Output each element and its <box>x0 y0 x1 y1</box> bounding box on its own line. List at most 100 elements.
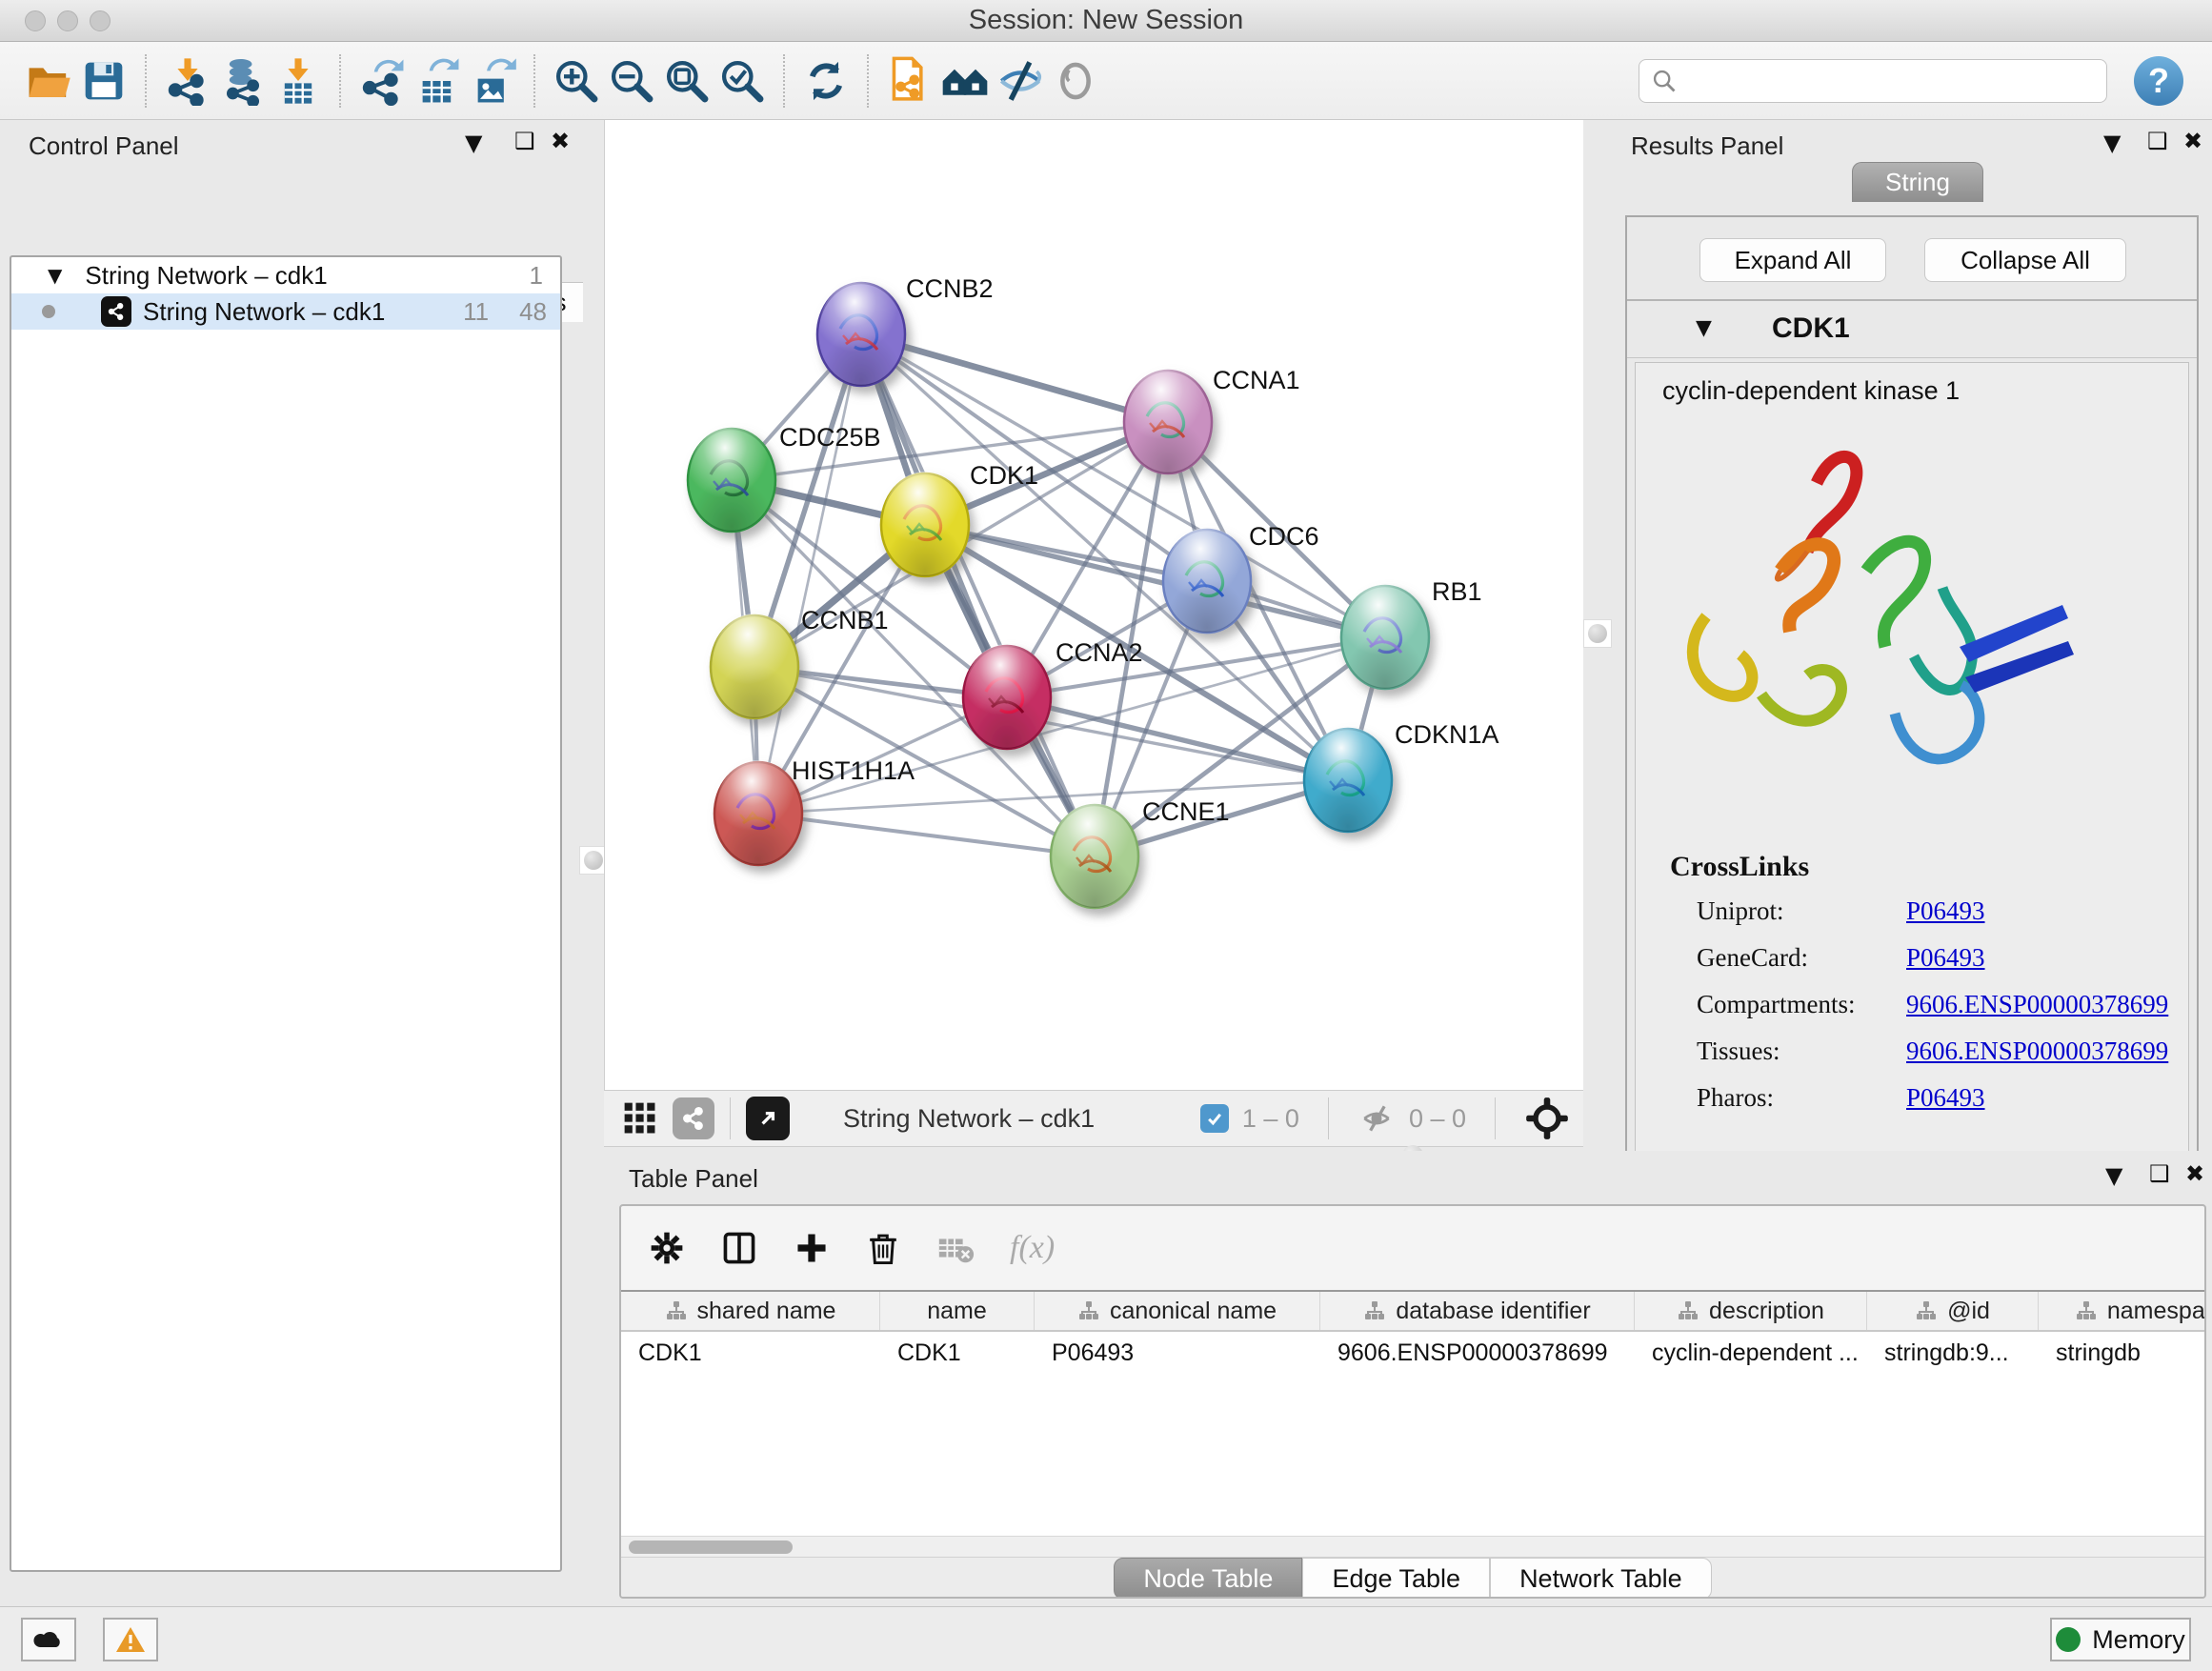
memory-button[interactable]: Memory <box>2050 1618 2191 1661</box>
node-CDC6[interactable] <box>1163 528 1251 633</box>
left-splitter[interactable] <box>583 120 604 1606</box>
right-splitter[interactable] <box>1583 120 1612 1151</box>
node-CCNA2[interactable] <box>963 644 1051 749</box>
table-header-row: shared namename canonical name database id… <box>621 1292 2204 1332</box>
table-cell[interactable]: CDK1 <box>621 1332 880 1374</box>
export-table-icon[interactable] <box>410 53 465 109</box>
tree-expand-icon[interactable]: ▼ <box>48 264 62 287</box>
tab-network-table[interactable]: Network Table <box>1490 1558 1712 1599</box>
section-collapse-icon[interactable]: ▼ <box>1696 316 1712 340</box>
node-HIST1H1A[interactable] <box>714 760 802 865</box>
hide-eye-icon[interactable] <box>993 53 1048 109</box>
crosslink-value[interactable]: P06493 <box>1906 1083 1985 1113</box>
column-header-canonical-name[interactable]: canonical name <box>1035 1292 1320 1330</box>
panel-close-icon[interactable]: ✖ <box>2185 1160 2204 1187</box>
panel-dropdown-icon[interactable]: ▼ <box>2105 1162 2122 1189</box>
splitter-handle-icon[interactable] <box>584 851 603 870</box>
share-file-icon[interactable] <box>882 53 937 109</box>
splitter-handle-icon[interactable] <box>1588 624 1607 643</box>
tab-node-table[interactable]: Node Table <box>1114 1558 1302 1599</box>
gear-icon[interactable] <box>648 1229 686 1267</box>
network-canvas[interactable]: CCNB2CCNA1CDC25BCDK1CDC6RB1CCNB1CCNA2CDK… <box>604 120 1583 1090</box>
column-header-description[interactable]: description <box>1635 1292 1867 1330</box>
panel-dropdown-icon[interactable]: ▼ <box>465 130 482 156</box>
table-cell[interactable]: stringdb:9... <box>1867 1332 2039 1374</box>
import-network-icon[interactable] <box>160 53 215 109</box>
crosslink-value[interactable]: P06493 <box>1906 943 1985 973</box>
column-header--id[interactable]: @id <box>1867 1292 2039 1330</box>
refresh-icon[interactable] <box>798 53 854 109</box>
panel-float-icon[interactable]: ❑ <box>2149 1160 2170 1187</box>
collapse-all-button[interactable]: Collapse All <box>1924 238 2126 282</box>
column-header-namespace[interactable]: namespace <box>2039 1292 2206 1330</box>
column-icon[interactable] <box>720 1229 758 1267</box>
table-panel-title: Table Panel <box>629 1164 758 1194</box>
grid-view-icon[interactable] <box>621 1099 659 1137</box>
import-database-icon[interactable] <box>215 53 271 109</box>
panel-close-icon[interactable]: ✖ <box>551 128 570 154</box>
crosslink-label: Pharos: <box>1697 1083 1906 1113</box>
zoom-fit-icon[interactable] <box>659 53 714 109</box>
share-view-icon[interactable] <box>673 1097 714 1139</box>
crosslink-value[interactable]: 9606.ENSP00000378699 <box>1906 990 2168 1019</box>
hidden-counts: 0 – 0 <box>1409 1104 1466 1134</box>
node-CCNB1[interactable] <box>711 614 798 718</box>
zoom-out-icon[interactable] <box>604 53 659 109</box>
node-CDKN1A[interactable] <box>1304 727 1392 832</box>
panel-float-icon[interactable]: ❑ <box>514 128 535 154</box>
edge-CCNB2-HIST1H1A[interactable] <box>758 334 861 814</box>
node-RB1[interactable] <box>1341 584 1429 689</box>
panel-float-icon[interactable]: ❑ <box>2147 128 2168 154</box>
table-cell[interactable]: cyclin-dependent ... <box>1635 1332 1867 1374</box>
crosslink-value[interactable]: P06493 <box>1906 896 1985 926</box>
export-network-icon[interactable] <box>354 53 410 109</box>
table-row[interactable]: CDK1CDK1P064939606.ENSP00000378699cyclin… <box>621 1332 2204 1374</box>
selected-checkbox-icon[interactable] <box>1200 1104 1229 1133</box>
column-header-shared-name[interactable]: shared name <box>621 1292 880 1330</box>
column-header-name[interactable]: name <box>880 1292 1035 1330</box>
node-CDC25B[interactable] <box>688 427 775 532</box>
fit-target-icon[interactable] <box>1524 1096 1570 1141</box>
warning-icon[interactable] <box>103 1618 158 1661</box>
cloud-icon[interactable] <box>21 1618 76 1661</box>
node-CCNE1[interactable] <box>1051 803 1138 908</box>
import-table-icon[interactable] <box>271 53 326 109</box>
table-cell[interactable]: stringdb <box>2039 1332 2206 1374</box>
scrollbar-thumb[interactable] <box>629 1540 793 1554</box>
export-image-icon[interactable] <box>465 53 520 109</box>
tab-edge-table[interactable]: Edge Table <box>1302 1558 1490 1599</box>
help-icon[interactable]: ? <box>2134 56 2183 106</box>
separator <box>1495 1097 1496 1139</box>
search-box[interactable] <box>1639 59 2107 103</box>
horizontal-scrollbar[interactable] <box>621 1536 2204 1557</box>
birdseye-view-icon[interactable] <box>746 1097 790 1140</box>
protein-section-header[interactable]: ▼ CDK1 <box>1627 303 2197 358</box>
eye-icon[interactable] <box>1048 53 1103 109</box>
edge-HIST1H1A-CCNE1[interactable] <box>758 814 1095 856</box>
zoom-selected-icon[interactable] <box>714 53 770 109</box>
crosslink-value[interactable]: 9606.ENSP00000378699 <box>1906 1037 2168 1066</box>
network-row-selected[interactable]: String Network – cdk1 11 48 <box>11 293 560 330</box>
node-CCNA1[interactable] <box>1124 369 1212 473</box>
delete-icon[interactable] <box>865 1229 901 1267</box>
panel-dropdown-icon[interactable]: ▼ <box>2103 130 2121 156</box>
table-cell[interactable]: P06493 <box>1035 1332 1320 1374</box>
table-cell[interactable]: 9606.ENSP00000378699 <box>1320 1332 1635 1374</box>
search-input[interactable] <box>1687 67 2095 94</box>
node-CDK1[interactable] <box>881 472 969 576</box>
panel-close-icon[interactable]: ✖ <box>2183 128 2202 154</box>
table-cell[interactable]: CDK1 <box>880 1332 1035 1374</box>
homes-icon[interactable] <box>937 53 993 109</box>
expand-all-button[interactable]: Expand All <box>1699 238 1886 282</box>
node-CCNB2[interactable] <box>817 281 905 386</box>
add-icon[interactable] <box>793 1229 831 1267</box>
save-icon[interactable] <box>76 53 131 109</box>
tab-string[interactable]: String <box>1852 162 1983 202</box>
open-folder-icon[interactable] <box>21 53 76 109</box>
zoom-in-icon[interactable] <box>549 53 604 109</box>
network-collection-row[interactable]: ▼ String Network – cdk1 1 <box>11 257 560 293</box>
column-header-database-identifier[interactable]: database identifier <box>1320 1292 1635 1330</box>
protein-detail-card: cyclin-dependent kinase 1 CrossLinks Uni… <box>1635 362 2189 1212</box>
table-box: f(x) shared namenamecanonical namedataba… <box>619 1204 2206 1599</box>
column-label: canonical name <box>1110 1298 1277 1325</box>
